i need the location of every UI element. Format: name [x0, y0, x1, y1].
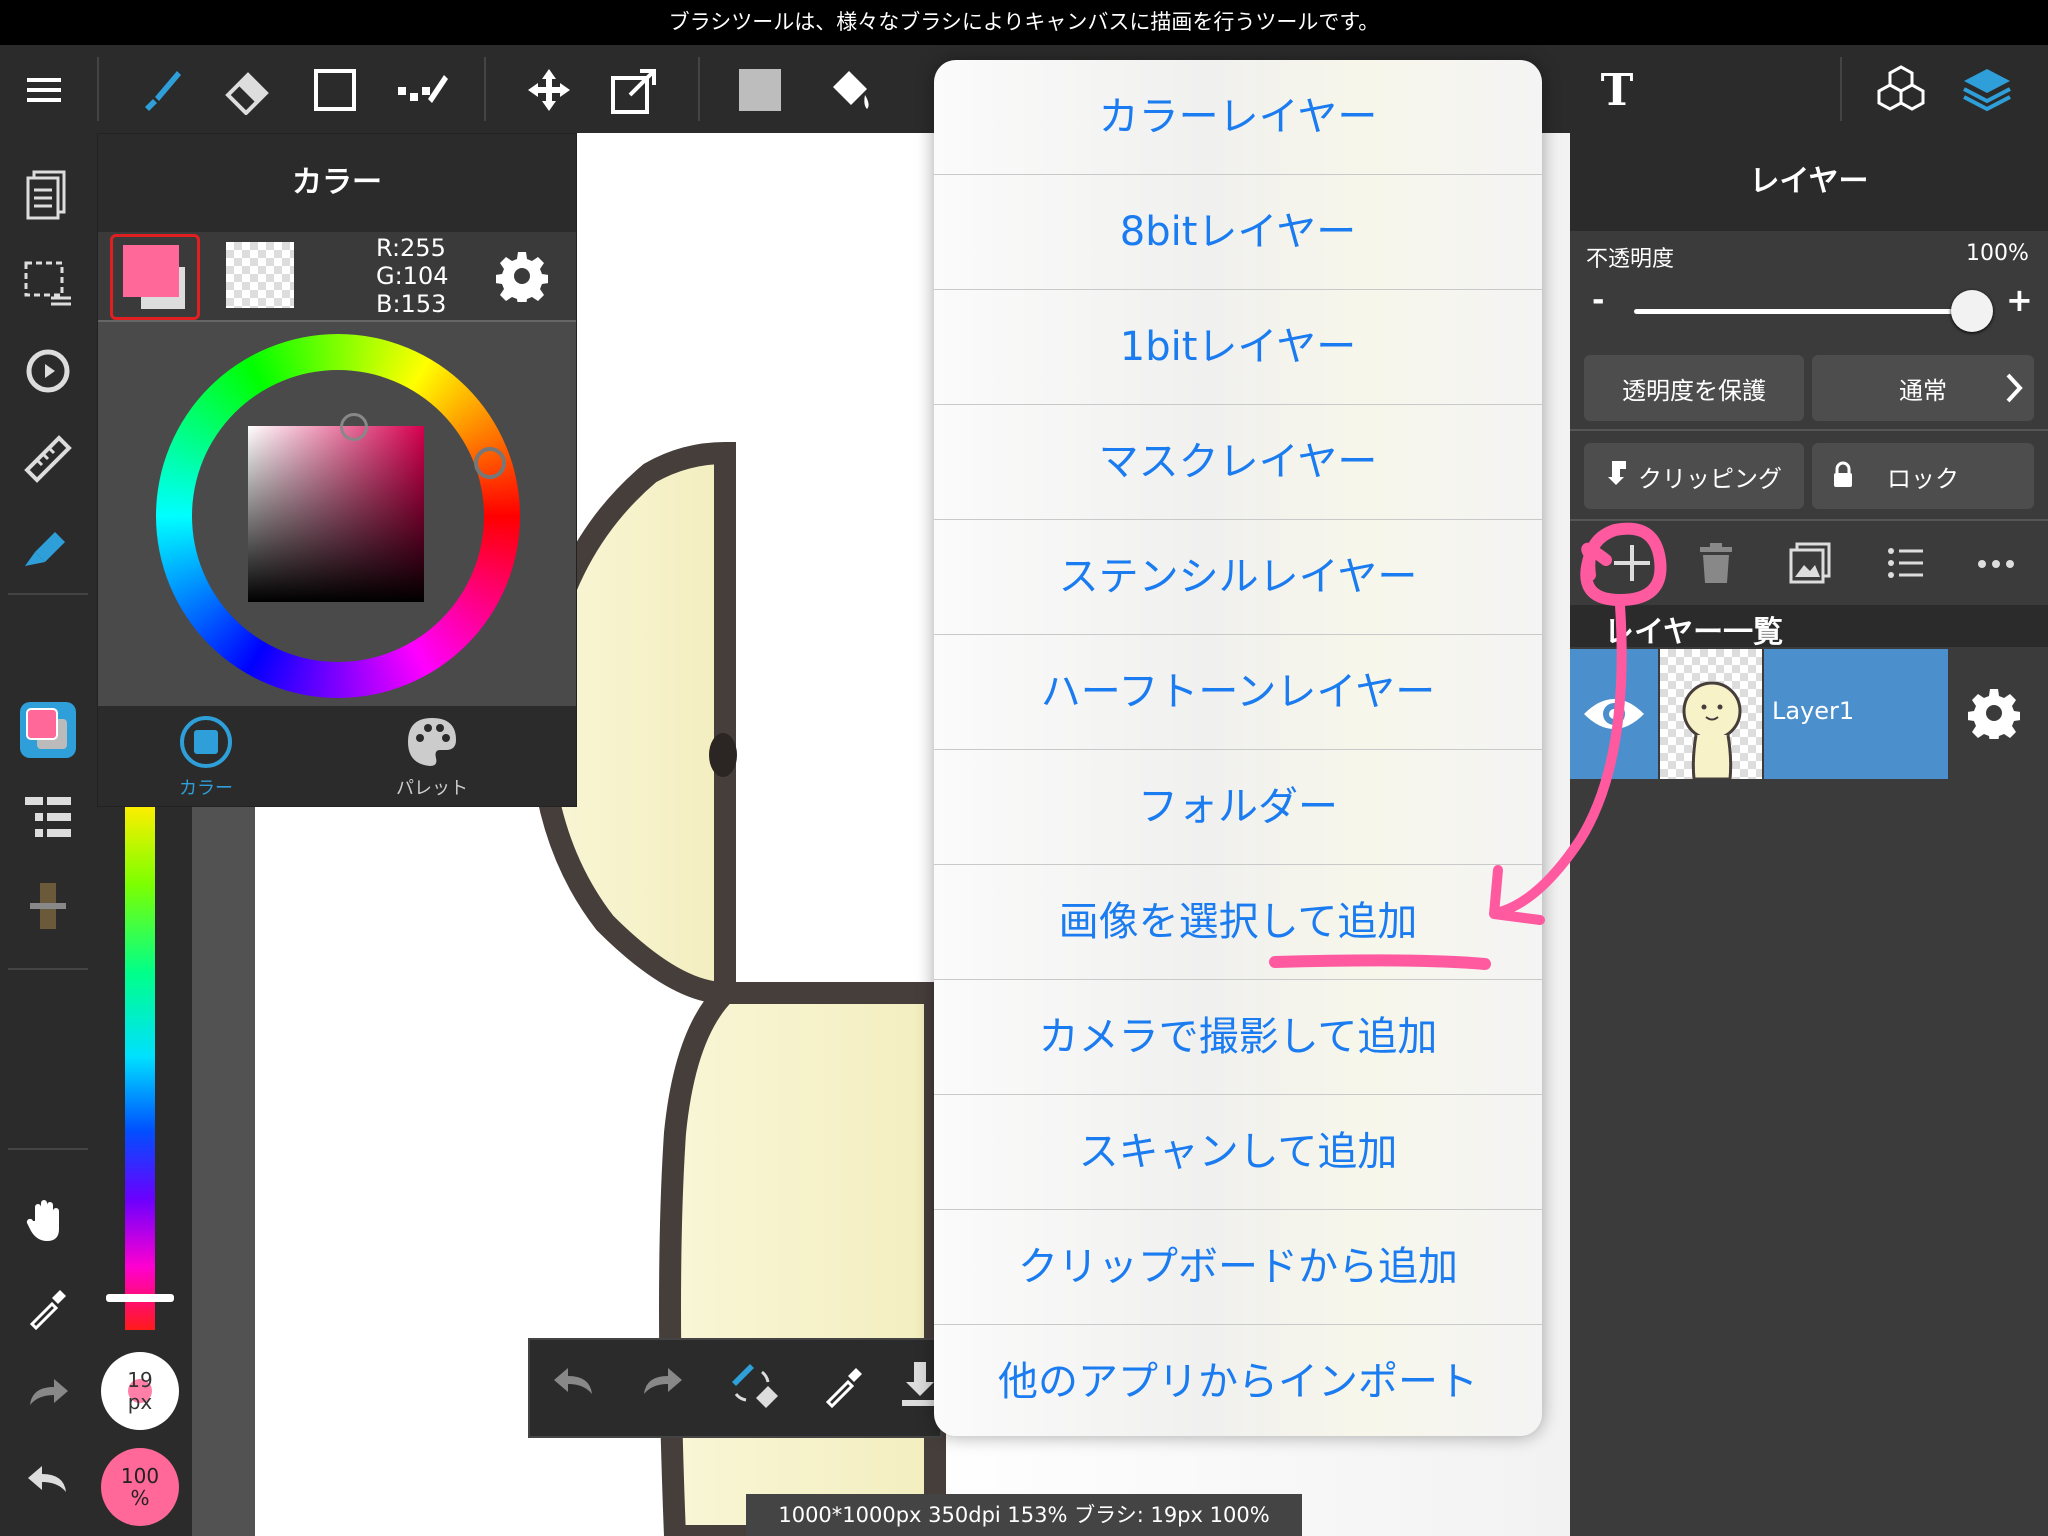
hand-icon[interactable]: [16, 1188, 80, 1252]
brush-size-value: 19: [127, 1368, 153, 1392]
main-color-swatch[interactable]: [110, 234, 200, 320]
layers-icon[interactable]: [1960, 63, 2014, 117]
more-icon[interactable]: [1976, 547, 2020, 585]
brush-settings-icon[interactable]: [16, 515, 80, 579]
sv-picker-handle[interactable]: [340, 413, 368, 441]
clipping-arrow-icon: [1606, 459, 1628, 493]
lock-button[interactable]: ロック: [1812, 443, 2034, 509]
layer-settings-gear-icon[interactable]: [1967, 687, 2021, 743]
selection-icon[interactable]: [16, 251, 80, 315]
menu-item-add-from-camera[interactable]: カメラで撮影して追加: [934, 980, 1542, 1095]
status-text: 1000*1000px 350dpi 153% ブラシ: 19px 100%: [778, 1503, 1270, 1527]
menu-item-add-from-scan[interactable]: スキャンして追加: [934, 1095, 1542, 1210]
hint-bar: ブラシツールは、様々なブラシによりキャンバスに描画を行うツールです。: [0, 0, 2048, 45]
eraser-tool-icon[interactable]: [220, 63, 274, 117]
color-panel-tabs: カラー パレット: [98, 706, 576, 806]
tab-color[interactable]: カラー: [148, 714, 264, 800]
bucket-icon[interactable]: [823, 63, 877, 117]
chevron-right-icon: [2004, 373, 2024, 409]
layer-row[interactable]: Layer1: [1570, 649, 2048, 781]
color-swatch-row: R:255 G:104 B:153: [98, 232, 576, 320]
move-icon[interactable]: [522, 63, 576, 117]
opacity-minus-button[interactable]: -: [1592, 283, 1604, 318]
materials-icon[interactable]: [1874, 63, 1928, 117]
menu-item-add-from-image[interactable]: 画像を選択して追加: [934, 865, 1542, 980]
select-rect-icon[interactable]: [308, 63, 362, 117]
text-tool-icon[interactable]: T: [1590, 63, 1644, 117]
layer-list-header: レイヤー一覧: [1570, 605, 2048, 650]
menu-item-color-layer[interactable]: カラーレイヤー: [934, 60, 1542, 175]
menu-item-mask-layer[interactable]: マスクレイヤー: [934, 405, 1542, 520]
opacity-plus-button[interactable]: +: [2006, 281, 2033, 319]
opacity-slider-thumb[interactable]: [1951, 290, 1993, 332]
float-redo-icon[interactable]: [640, 1364, 684, 1404]
layer-name: Layer1: [1772, 697, 1855, 725]
ruler-icon[interactable]: [16, 427, 80, 491]
menu-item-import-from-other-app[interactable]: 他のアプリからインポート: [934, 1325, 1542, 1436]
color-panel: カラー R:255 G:104 B:153 カラー パレット: [97, 133, 577, 807]
color-panel-title: カラー: [98, 134, 576, 232]
menu-item-folder[interactable]: フォルダー: [934, 750, 1542, 865]
redo-icon[interactable]: [16, 1361, 80, 1425]
brush-opacity-unit: %: [130, 1486, 150, 1510]
layer-panel: レイヤー 不透明度 100% - + 透明度を保護 通常 クリッピング ロック …: [1570, 133, 2048, 1536]
quick-access-bar: [528, 1338, 942, 1438]
tab-palette[interactable]: パレット: [374, 714, 490, 800]
brush-tool-icon[interactable]: [133, 63, 187, 117]
hue-picker-handle[interactable]: [474, 447, 506, 479]
layer-list-menu-icon[interactable]: [1886, 543, 1926, 587]
clipping-button[interactable]: クリッピング: [1584, 443, 1804, 509]
opacity-slider-track[interactable]: [1634, 309, 1972, 314]
opacity-value: 100%: [1966, 241, 2029, 266]
current-color-icon[interactable]: [16, 698, 80, 762]
protect-alpha-button[interactable]: 透明度を保護: [1584, 355, 1804, 421]
menu-item-halftone-layer[interactable]: ハーフトーンレイヤー: [934, 635, 1542, 750]
status-bar: 1000*1000px 350dpi 153% ブラシ: 19px 100%: [746, 1494, 1302, 1536]
fill-color-icon[interactable]: [733, 63, 787, 117]
select-pen-icon[interactable]: [396, 63, 450, 117]
add-layer-menu: カラーレイヤー 8bitレイヤー 1bitレイヤー マスクレイヤー ステンシルレ…: [934, 60, 1542, 1436]
rgb-readout: R:255 G:104 B:153: [376, 234, 449, 318]
layer-image-icon[interactable]: [1788, 541, 1832, 589]
color-history-icon[interactable]: [16, 874, 80, 938]
hint-text: ブラシツールは、様々なブラシによりキャンバスに描画を行うツールです。: [668, 10, 1380, 34]
opacity-label: 不透明度: [1586, 247, 1675, 272]
menu-item-stencil-layer[interactable]: ステンシルレイヤー: [934, 520, 1542, 635]
brush-opacity-button[interactable]: 100 %: [101, 1448, 179, 1526]
layer-panel-title: レイヤー: [1570, 133, 2048, 231]
hue-slider-handle[interactable]: [106, 1294, 174, 1302]
left-toolbar: [0, 133, 97, 1536]
brush-opacity-value: 100: [120, 1464, 160, 1488]
layer-name-cell[interactable]: Layer1: [1764, 649, 1948, 779]
layer-thumbnail: [1660, 649, 1762, 781]
float-undo-icon[interactable]: [552, 1364, 596, 1404]
float-brush-eraser-toggle-icon[interactable]: [726, 1358, 782, 1418]
delete-layer-icon[interactable]: [1696, 541, 1736, 589]
transform-icon[interactable]: [608, 63, 662, 117]
menu-item-8bit-layer[interactable]: 8bitレイヤー: [934, 175, 1542, 290]
sub-color-swatch[interactable]: [226, 242, 294, 308]
lock-icon: [1832, 461, 1854, 495]
layer-visibility-toggle[interactable]: [1570, 649, 1658, 779]
color-settings-gear-icon[interactable]: [495, 250, 549, 306]
hue-slider[interactable]: [125, 805, 155, 1330]
brush-size-unit: px: [127, 1390, 153, 1414]
menu-icon[interactable]: [17, 63, 71, 117]
page-icon[interactable]: [16, 163, 80, 227]
undo-icon[interactable]: [16, 1448, 80, 1512]
rotate-icon[interactable]: [16, 339, 80, 403]
menu-item-1bit-layer[interactable]: 1bitレイヤー: [934, 290, 1542, 405]
layer-list-icon[interactable]: [16, 786, 80, 850]
eyedropper-icon[interactable]: [16, 1276, 80, 1340]
float-eyedropper-icon[interactable]: [822, 1364, 866, 1412]
menu-item-add-from-clipboard[interactable]: クリップボードから追加: [934, 1210, 1542, 1325]
blend-mode-button[interactable]: 通常: [1812, 355, 2034, 421]
add-layer-icon[interactable]: [1610, 541, 1654, 589]
brush-size-button[interactable]: 19 px: [101, 1352, 179, 1430]
saturation-value-square[interactable]: [248, 426, 424, 602]
